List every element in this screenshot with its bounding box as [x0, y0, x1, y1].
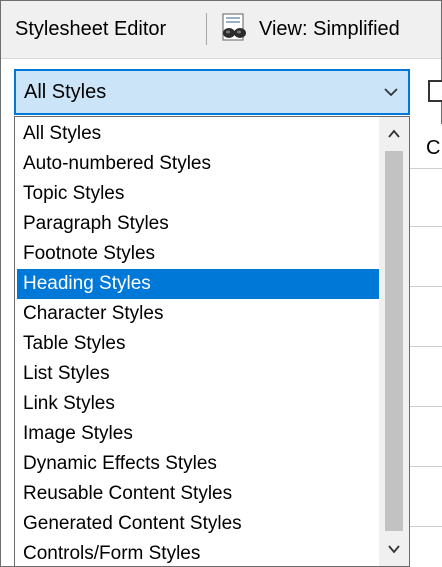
grid-row-line: [410, 286, 442, 287]
stylesheet-editor-title[interactable]: Stylesheet Editor: [15, 15, 166, 43]
dropdown-option[interactable]: Footnote Styles: [17, 239, 379, 269]
chevron-down-icon[interactable]: [382, 83, 400, 101]
partial-checkbox[interactable]: [428, 80, 442, 102]
dropdown-option[interactable]: List Styles: [17, 359, 379, 389]
grid-row-line: [410, 226, 442, 227]
dropdown-option[interactable]: Link Styles: [17, 389, 379, 419]
dropdown-option[interactable]: Auto-numbered Styles: [17, 149, 379, 179]
combobox-selected-value: All Styles: [24, 81, 107, 103]
grid-row-line: [410, 346, 442, 347]
grid-row-line: [410, 168, 442, 169]
dropdown-option[interactable]: Controls/Form Styles: [17, 539, 379, 566]
style-filter-dropdown-list[interactable]: All Styles Auto-numbered Styles Topic Styl…: [14, 116, 410, 567]
dropdown-option[interactable]: All Styles: [17, 119, 379, 149]
dropdown-option[interactable]: Generated Content Styles: [17, 509, 379, 539]
eye-glasses-icon[interactable]: [219, 13, 249, 45]
toolbar: Stylesheet Editor View: Simplified: [1, 1, 441, 59]
view-simplified-label[interactable]: View: Simplified: [259, 15, 400, 43]
dropdown-options: All Styles Auto-numbered Styles Topic Styl…: [17, 119, 379, 566]
dropdown-option[interactable]: Dynamic Effects Styles: [17, 449, 379, 479]
grid-row-line: [410, 466, 442, 467]
dropdown-scrollbar[interactable]: [379, 117, 409, 566]
dropdown-option[interactable]: Topic Styles: [17, 179, 379, 209]
dropdown-option[interactable]: Heading Styles: [17, 269, 379, 299]
grid-row-line: [410, 526, 442, 527]
dropdown-option[interactable]: Reusable Content Styles: [17, 479, 379, 509]
dropdown-option[interactable]: Image Styles: [17, 419, 379, 449]
dropdown-option[interactable]: Character Styles: [17, 299, 379, 329]
scroll-down-button[interactable]: [379, 534, 409, 566]
chevron-up-icon: [388, 129, 400, 138]
dropdown-option[interactable]: Paragraph Styles: [17, 209, 379, 239]
grid-column-header-partial: C: [426, 137, 441, 159]
style-filter-combobox[interactable]: All Styles: [14, 69, 410, 115]
grid-row-line: [410, 406, 442, 407]
toolbar-separator: [206, 13, 207, 45]
scroll-up-button[interactable]: [379, 117, 409, 149]
chevron-down-icon: [388, 545, 400, 554]
scroll-thumb[interactable]: [385, 151, 403, 531]
dropdown-option[interactable]: Table Styles: [17, 329, 379, 359]
